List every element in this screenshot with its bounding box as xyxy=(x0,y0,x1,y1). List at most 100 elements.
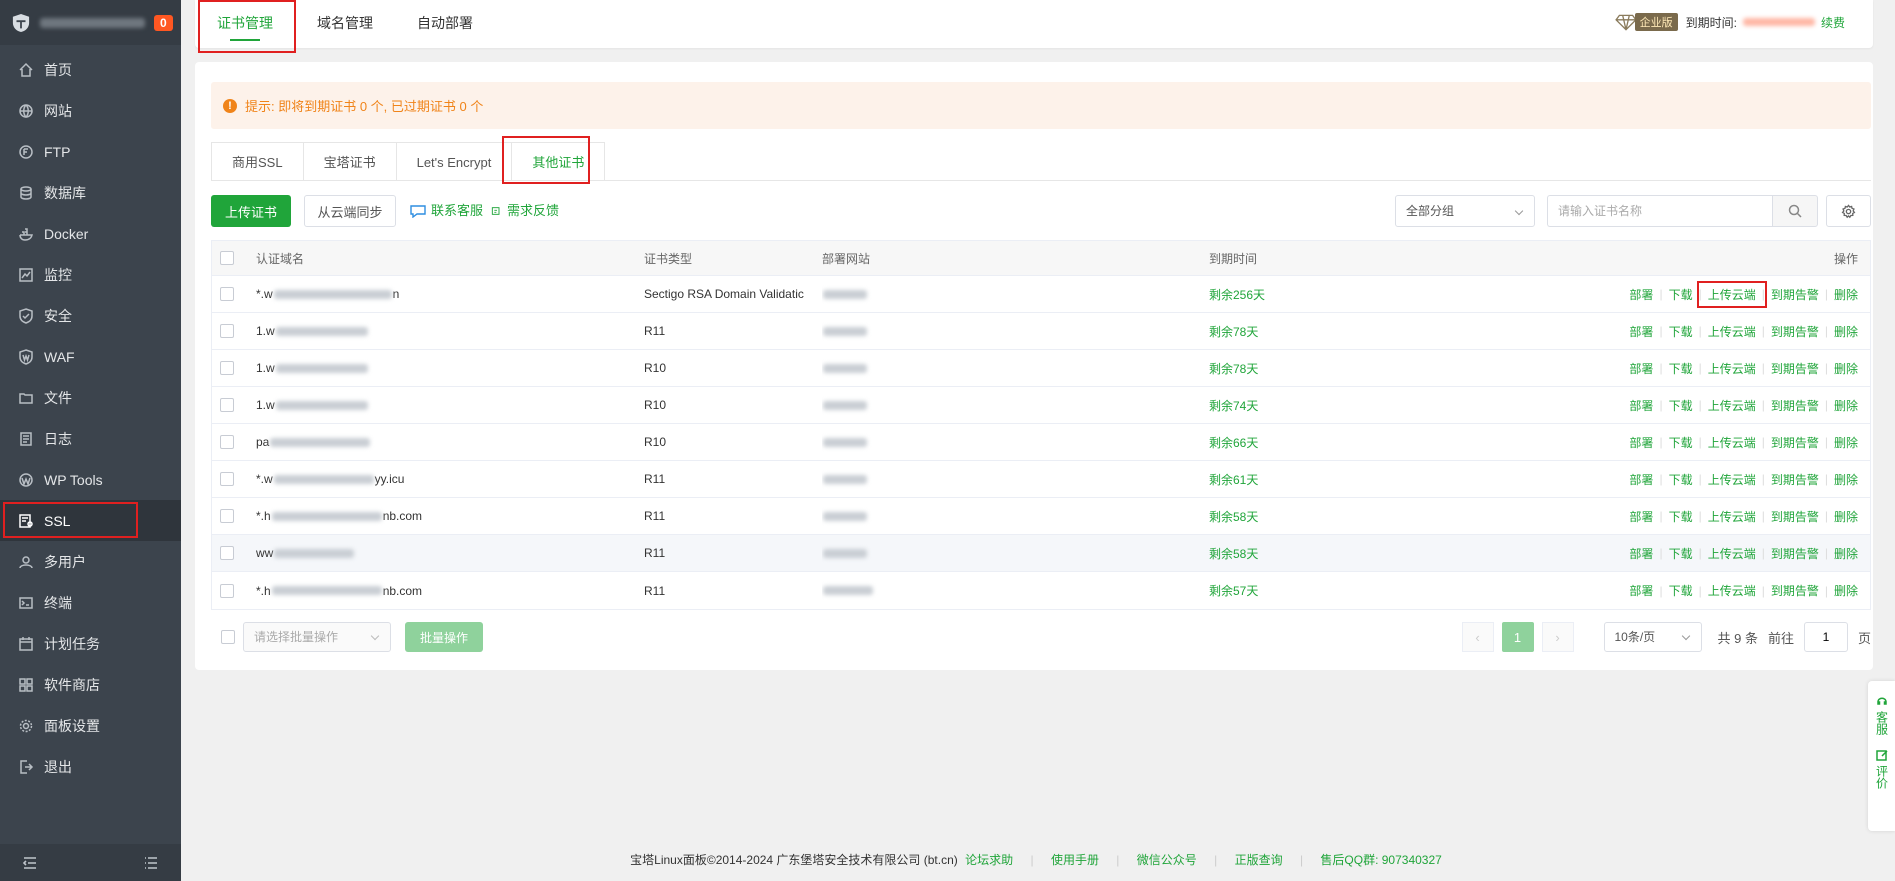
footer-link-wechat[interactable]: 微信公众号 xyxy=(1137,853,1197,867)
op-download-link[interactable]: 下载 xyxy=(1663,286,1699,303)
rate-link[interactable]: 评价 xyxy=(1875,765,1889,789)
feedback-link[interactable]: 需求反馈 xyxy=(491,195,559,227)
sidebar-item-logout[interactable]: 退出 xyxy=(0,746,181,787)
row-checkbox[interactable] xyxy=(220,435,234,449)
op-delete-link[interactable]: 删除 xyxy=(1828,323,1864,340)
op-expiry-alert-link[interactable]: 到期告警 xyxy=(1765,582,1825,599)
op-upload-cloud-link[interactable]: 上传云端 xyxy=(1696,280,1767,308)
footer-link-verify[interactable]: 正版查询 xyxy=(1235,853,1283,867)
sidebar-item-app-store[interactable]: 软件商店 xyxy=(0,664,181,705)
op-expiry-alert-link[interactable]: 到期告警 xyxy=(1765,434,1825,451)
sidebar-item-ssl[interactable]: SSL xyxy=(0,500,181,541)
footer-qq-group[interactable]: 售后QQ群: 907340327 xyxy=(1320,853,1441,867)
collapse-menu-icon[interactable] xyxy=(22,855,38,871)
notification-badge[interactable]: 0 xyxy=(154,14,173,31)
row-checkbox[interactable] xyxy=(220,509,234,523)
op-deploy-link[interactable]: 部署 xyxy=(1623,508,1659,525)
page-number-current[interactable]: 1 xyxy=(1501,622,1534,652)
op-deploy-link[interactable]: 部署 xyxy=(1623,582,1659,599)
op-deploy-link[interactable]: 部署 xyxy=(1623,471,1659,488)
subtab-bt-cert[interactable]: 宝塔证书 xyxy=(302,142,396,181)
sidebar-item-security[interactable]: 安全 xyxy=(0,295,181,336)
sidebar-item-wp-tools[interactable]: WP Tools xyxy=(0,459,181,500)
next-page-button[interactable]: › xyxy=(1541,622,1574,652)
op-upload-cloud-link[interactable]: 上传云端 xyxy=(1702,471,1762,488)
op-expiry-alert-link[interactable]: 到期告警 xyxy=(1765,545,1825,562)
subtab-other-certs[interactable]: 其他证书 xyxy=(511,142,606,181)
op-delete-link[interactable]: 删除 xyxy=(1828,508,1864,525)
op-deploy-link[interactable]: 部署 xyxy=(1623,323,1659,340)
sidebar-item-database[interactable]: 数据库 xyxy=(0,172,181,213)
table-settings-button[interactable] xyxy=(1826,195,1871,227)
list-menu-icon[interactable] xyxy=(143,855,159,871)
op-delete-link[interactable]: 删除 xyxy=(1828,545,1864,562)
customer-service-link[interactable]: 客服 xyxy=(1875,711,1889,735)
sidebar-item-multi-user[interactable]: 多用户 xyxy=(0,541,181,582)
row-checkbox[interactable] xyxy=(220,361,234,375)
op-download-link[interactable]: 下载 xyxy=(1663,471,1699,488)
op-deploy-link[interactable]: 部署 xyxy=(1623,545,1659,562)
op-delete-link[interactable]: 删除 xyxy=(1828,434,1864,451)
page-size-select[interactable]: 10条/页 xyxy=(1603,622,1702,652)
op-upload-cloud-link[interactable]: 上传云端 xyxy=(1702,508,1762,525)
sidebar-item-waf[interactable]: WAF xyxy=(0,336,181,377)
sidebar-item-terminal[interactable]: 终端 xyxy=(0,582,181,623)
op-expiry-alert-link[interactable]: 到期告警 xyxy=(1765,323,1825,340)
op-delete-link[interactable]: 删除 xyxy=(1828,360,1864,377)
op-delete-link[interactable]: 删除 xyxy=(1828,286,1864,303)
goto-page-input[interactable] xyxy=(1803,622,1848,652)
row-checkbox[interactable] xyxy=(220,546,234,560)
op-download-link[interactable]: 下载 xyxy=(1663,434,1699,451)
op-delete-link[interactable]: 删除 xyxy=(1828,582,1864,599)
op-download-link[interactable]: 下载 xyxy=(1663,323,1699,340)
op-upload-cloud-link[interactable]: 上传云端 xyxy=(1702,323,1762,340)
subtab-commercial-ssl[interactable]: 商用SSL xyxy=(211,142,303,181)
op-expiry-alert-link[interactable]: 到期告警 xyxy=(1765,508,1825,525)
op-delete-link[interactable]: 删除 xyxy=(1828,397,1864,414)
op-download-link[interactable]: 下载 xyxy=(1663,508,1699,525)
batch-action-select[interactable]: 请选择批量操作 xyxy=(243,622,391,652)
op-deploy-link[interactable]: 部署 xyxy=(1623,434,1659,451)
sidebar-item-monitor[interactable]: 监控 xyxy=(0,254,181,295)
op-expiry-alert-link[interactable]: 到期告警 xyxy=(1765,471,1825,488)
prev-page-button[interactable]: ‹ xyxy=(1461,622,1494,652)
select-all-checkbox[interactable] xyxy=(220,251,234,265)
row-checkbox[interactable] xyxy=(220,287,234,301)
op-deploy-link[interactable]: 部署 xyxy=(1623,360,1659,377)
row-checkbox[interactable] xyxy=(220,324,234,338)
footer-link-manual[interactable]: 使用手册 xyxy=(1051,853,1099,867)
op-upload-cloud-link[interactable]: 上传云端 xyxy=(1702,360,1762,377)
op-expiry-alert-link[interactable]: 到期告警 xyxy=(1765,360,1825,377)
row-checkbox[interactable] xyxy=(220,472,234,486)
search-input[interactable] xyxy=(1547,195,1772,227)
batch-select-checkbox[interactable] xyxy=(221,630,235,644)
op-delete-link[interactable]: 删除 xyxy=(1828,471,1864,488)
sidebar-item-home[interactable]: 首页 xyxy=(0,49,181,90)
sidebar-item-settings[interactable]: 面板设置 xyxy=(0,705,181,746)
tab-domain-management[interactable]: 域名管理 xyxy=(317,0,373,48)
sync-cloud-button[interactable]: 从云端同步 xyxy=(304,195,396,227)
batch-action-button[interactable]: 批量操作 xyxy=(405,622,483,652)
op-expiry-alert-link[interactable]: 到期告警 xyxy=(1765,286,1825,303)
upload-cert-button[interactable]: 上传证书 xyxy=(211,195,291,227)
tab-auto-deploy[interactable]: 自动部署 xyxy=(417,0,473,48)
op-download-link[interactable]: 下载 xyxy=(1663,360,1699,377)
op-download-link[interactable]: 下载 xyxy=(1663,545,1699,562)
renew-link[interactable]: 续费 xyxy=(1821,14,1845,31)
contact-service-link[interactable]: 联系客服 xyxy=(409,195,483,227)
sidebar-item-logs[interactable]: 日志 xyxy=(0,418,181,459)
subtab-lets-encrypt[interactable]: Let's Encrypt xyxy=(395,142,512,181)
row-checkbox[interactable] xyxy=(220,583,234,598)
op-deploy-link[interactable]: 部署 xyxy=(1623,397,1659,414)
tab-cert-management[interactable]: 证书管理 xyxy=(217,0,273,48)
op-upload-cloud-link[interactable]: 上传云端 xyxy=(1702,397,1762,414)
group-select[interactable]: 全部分组 xyxy=(1395,195,1535,227)
sidebar-item-ftp[interactable]: FTP xyxy=(0,131,181,172)
row-checkbox[interactable] xyxy=(220,398,234,412)
op-upload-cloud-link[interactable]: 上传云端 xyxy=(1702,582,1762,599)
op-upload-cloud-link[interactable]: 上传云端 xyxy=(1702,545,1762,562)
sidebar-item-files[interactable]: 文件 xyxy=(0,377,181,418)
footer-link-forum[interactable]: 论坛求助 xyxy=(965,853,1013,867)
op-download-link[interactable]: 下载 xyxy=(1663,582,1699,599)
op-upload-cloud-link[interactable]: 上传云端 xyxy=(1702,434,1762,451)
